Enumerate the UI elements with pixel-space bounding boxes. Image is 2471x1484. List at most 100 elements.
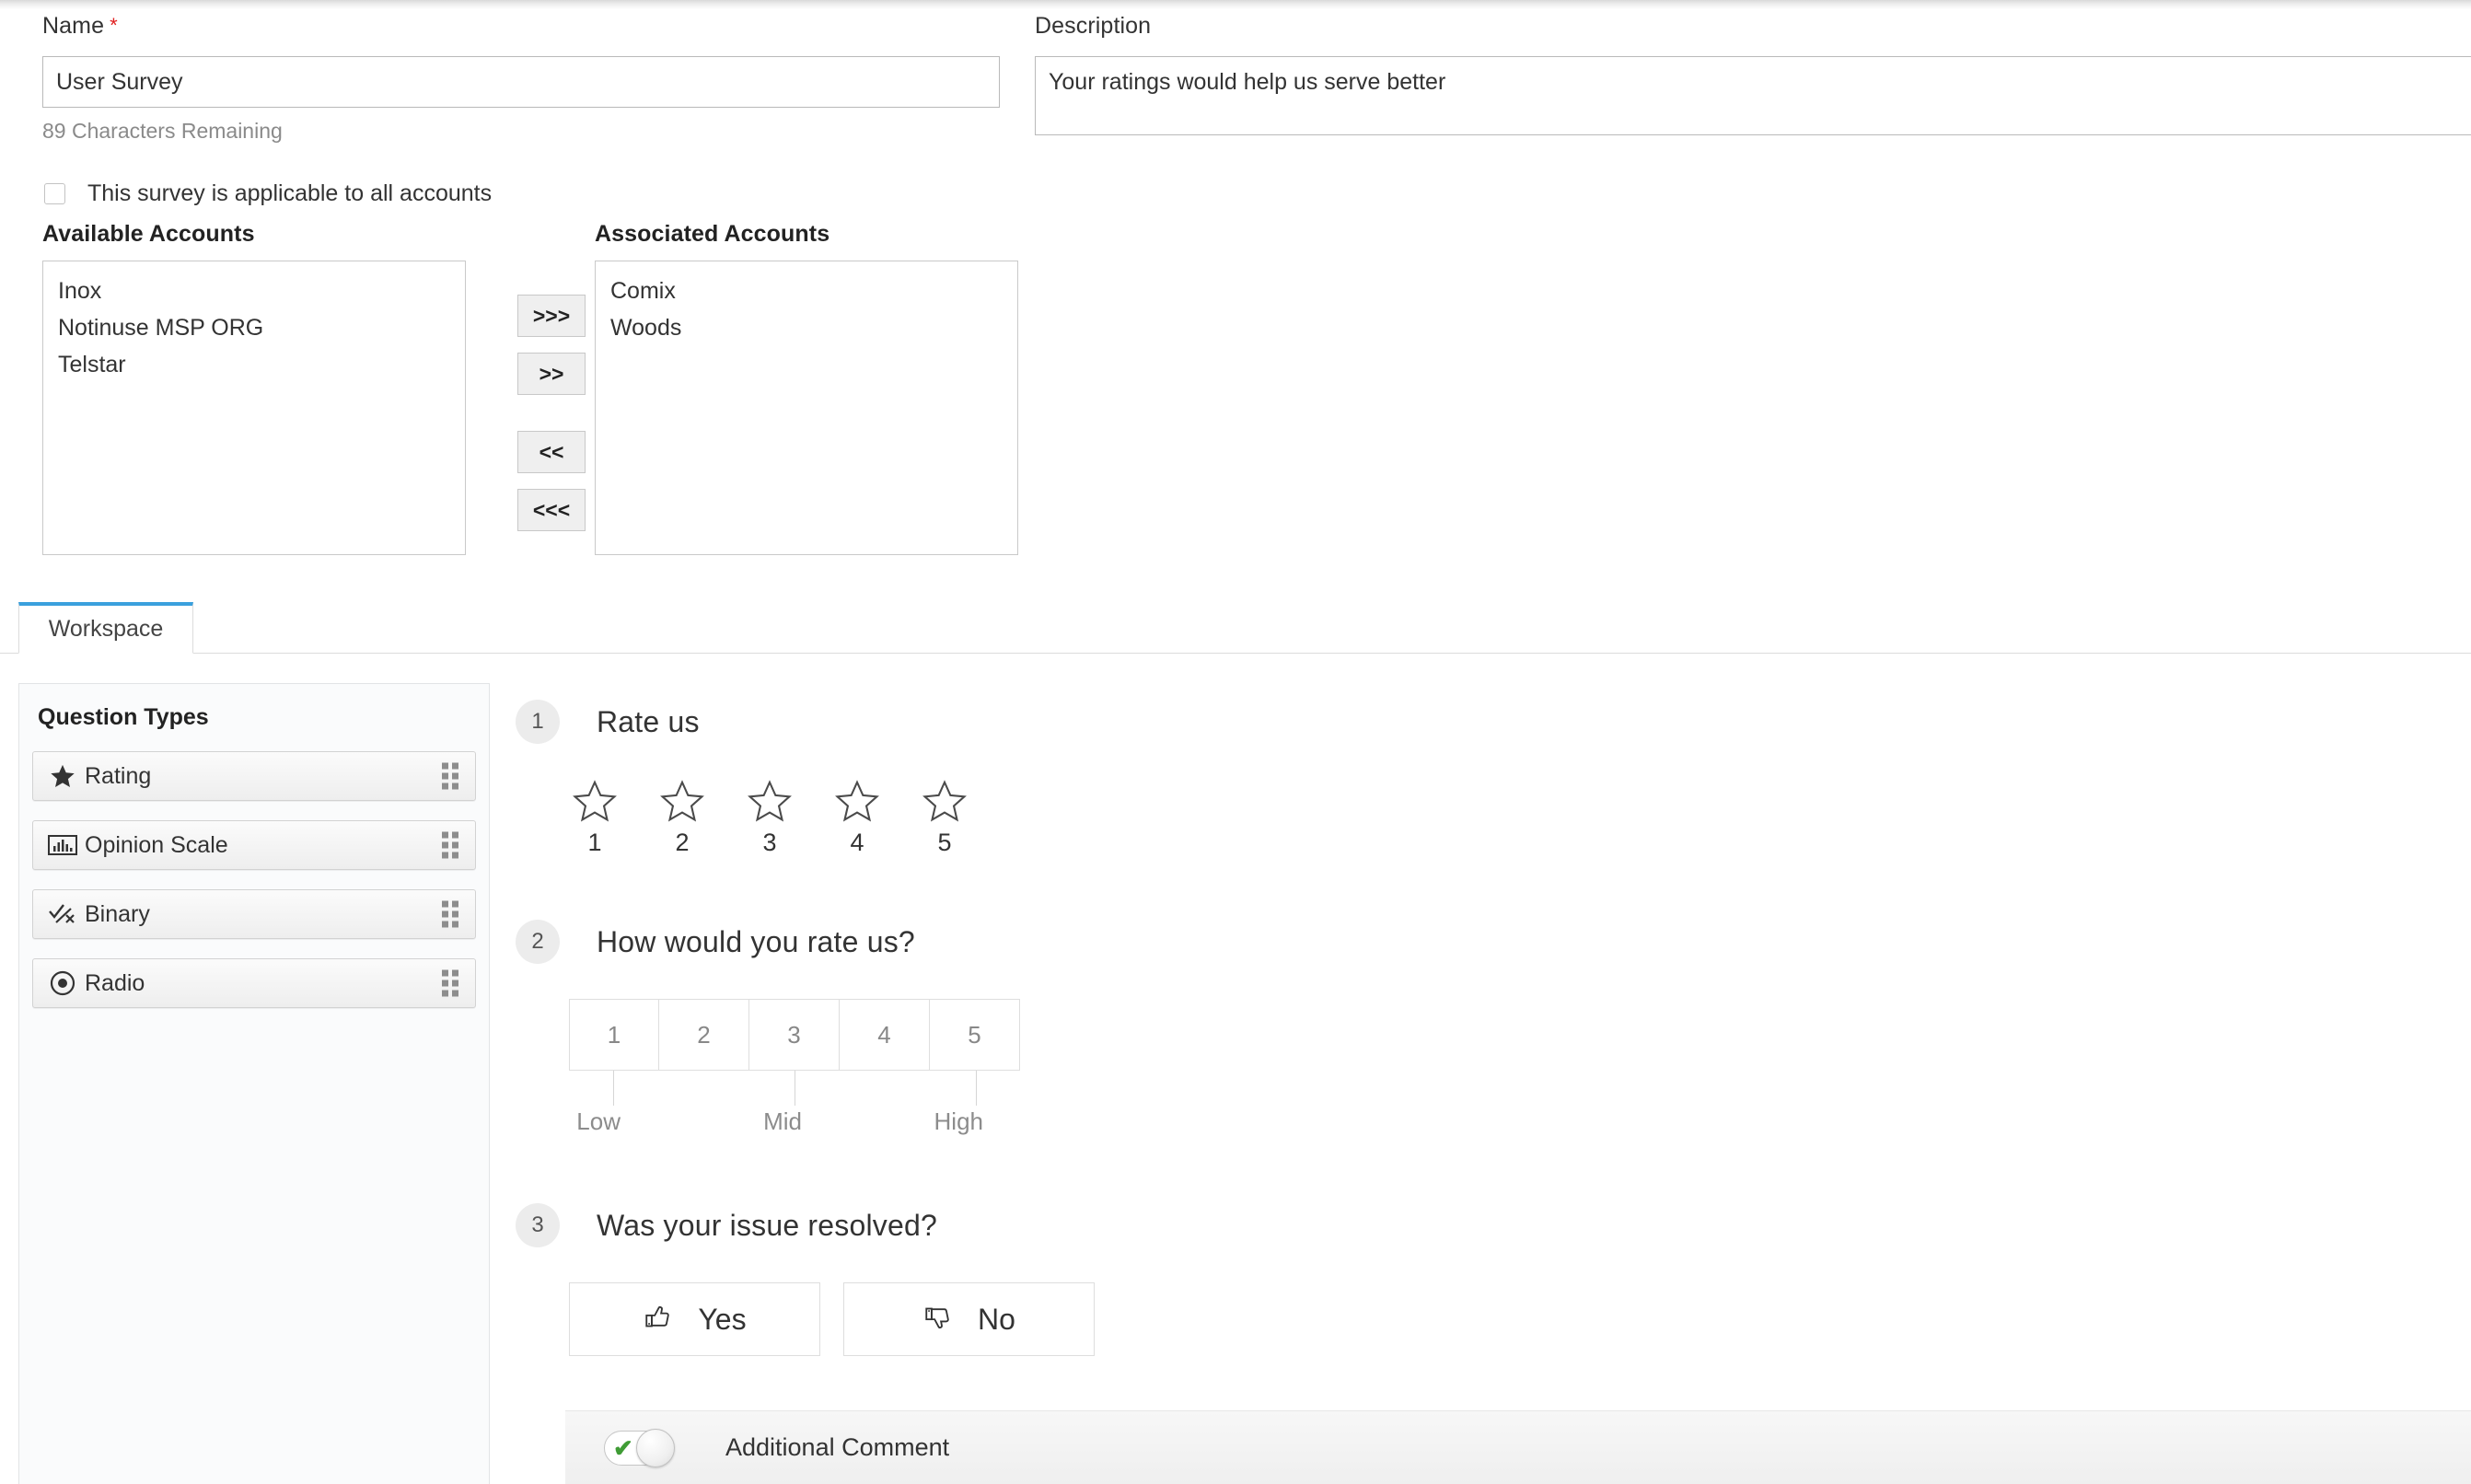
question-type-label: Rating	[85, 763, 151, 790]
question-number-badge: 1	[516, 700, 560, 744]
name-label: Name *	[42, 13, 1000, 39]
question-type-label: Opinion Scale	[85, 832, 228, 859]
question-2-header: 2 How would you rate us?	[516, 920, 2471, 964]
rating-star-3[interactable]: 3	[744, 779, 795, 857]
all-accounts-checkbox-label: This survey is applicable to all account…	[87, 180, 492, 207]
list-item[interactable]: Comix	[596, 272, 1017, 309]
opinion-scale-cell-3[interactable]: 3	[749, 999, 840, 1071]
question-3-binary: 3 Was your issue resolved? Yes	[516, 1203, 2471, 1356]
question-2-opinion-scale: 2 How would you rate us? 1 2 3 4 5 Low	[516, 920, 2471, 1139]
question-type-rating[interactable]: Rating	[32, 751, 476, 801]
check-icon: ✔	[613, 1436, 633, 1460]
tab-workspace-label: Workspace	[49, 616, 164, 643]
question-number-badge: 2	[516, 920, 560, 964]
thumbs-down-icon	[922, 1302, 954, 1338]
top-shadow	[0, 0, 2471, 9]
rating-star-label: 4	[831, 829, 883, 857]
binary-no-button[interactable]: No	[843, 1282, 1095, 1356]
opinion-scale-anchors: Low Mid High	[569, 1107, 2471, 1139]
star-icon	[42, 763, 83, 790]
binary-yes-label: Yes	[698, 1303, 746, 1337]
question-1-header: 1 Rate us	[516, 700, 2471, 744]
rating-star-2[interactable]: 2	[656, 779, 708, 857]
tab-bar: Workspace	[0, 602, 2471, 654]
question-types-list: Rating Opinion Scale	[32, 751, 476, 1008]
associated-accounts-title: Associated Accounts	[595, 221, 1018, 248]
available-accounts-column: Available Accounts Inox Notinuse MSP ORG…	[42, 221, 466, 555]
question-3-header: 3 Was your issue resolved?	[516, 1203, 2471, 1247]
move-all-left-button[interactable]: <<<	[517, 489, 586, 531]
rating-star-label: 3	[744, 829, 795, 857]
description-textarea[interactable]	[1035, 56, 2471, 135]
opinion-scale-cell-1[interactable]: 1	[569, 999, 659, 1071]
anchor-low: Low	[576, 1107, 621, 1136]
characters-remaining-hint: 89 Characters Remaining	[42, 119, 1000, 144]
move-left-button[interactable]: <<	[517, 431, 586, 473]
opinion-scale-ticks	[569, 1071, 2471, 1107]
name-label-text: Name	[42, 13, 104, 39]
binary-options: Yes No	[569, 1282, 2471, 1356]
question-1-rating: 1 Rate us 1 2 3 4	[516, 700, 2471, 857]
opinion-scale-cell-2[interactable]: 2	[659, 999, 749, 1071]
all-accounts-checkbox-row[interactable]: This survey is applicable to all account…	[44, 180, 492, 207]
question-number-badge: 3	[516, 1203, 560, 1247]
name-field-group: Name * 89 Characters Remaining	[42, 13, 1000, 144]
question-type-label: Radio	[85, 970, 145, 997]
drag-handle-icon[interactable]	[442, 901, 458, 928]
move-right-button[interactable]: >>	[517, 353, 586, 395]
available-accounts-title: Available Accounts	[42, 221, 466, 248]
question-types-title: Question Types	[38, 704, 489, 731]
anchor-mid: Mid	[763, 1107, 802, 1136]
rating-star-label: 2	[656, 829, 708, 857]
rating-star-1[interactable]: 1	[569, 779, 621, 857]
question-type-label: Binary	[85, 901, 150, 928]
binary-icon	[42, 902, 83, 926]
rating-stars: 1 2 3 4 5	[569, 779, 2471, 857]
opinion-scale-cells: 1 2 3 4 5	[569, 999, 2471, 1071]
description-field-group: Description	[1035, 13, 2471, 140]
survey-builder-page: Name * 89 Characters Remaining Descriptio…	[0, 0, 2471, 1484]
list-item[interactable]: Notinuse MSP ORG	[43, 309, 465, 346]
drag-handle-icon[interactable]	[442, 763, 458, 790]
list-item[interactable]: Woods	[596, 309, 1017, 346]
rating-star-label: 5	[919, 829, 970, 857]
required-asterisk-icon: *	[110, 14, 118, 37]
radio-icon	[42, 969, 83, 997]
additional-comment-toggle[interactable]: ✔	[604, 1431, 674, 1466]
name-input[interactable]	[42, 56, 1000, 108]
associated-accounts-column: Associated Accounts Comix Woods	[595, 221, 1018, 555]
opinion-scale-cell-5[interactable]: 5	[930, 999, 1020, 1071]
binary-no-label: No	[978, 1303, 1015, 1337]
rating-star-5[interactable]: 5	[919, 779, 970, 857]
question-type-binary[interactable]: Binary	[32, 889, 476, 939]
question-title: How would you rate us?	[597, 925, 915, 959]
rating-star-label: 1	[569, 829, 621, 857]
survey-canvas: 1 Rate us 1 2 3 4	[516, 683, 2471, 1356]
drag-handle-icon[interactable]	[442, 970, 458, 997]
rating-star-4[interactable]: 4	[831, 779, 883, 857]
binary-yes-button[interactable]: Yes	[569, 1282, 820, 1356]
opinion-scale-cell-4[interactable]: 4	[840, 999, 930, 1071]
toggle-knob[interactable]	[636, 1429, 675, 1467]
tab-workspace[interactable]: Workspace	[18, 602, 193, 654]
question-title: Was your issue resolved?	[597, 1209, 937, 1243]
available-accounts-listbox[interactable]: Inox Notinuse MSP ORG Telstar	[42, 261, 466, 555]
question-title: Rate us	[597, 705, 700, 739]
list-item[interactable]: Inox	[43, 272, 465, 309]
drag-handle-icon[interactable]	[442, 832, 458, 859]
list-item[interactable]: Telstar	[43, 346, 465, 383]
anchor-high: High	[934, 1107, 983, 1136]
question-type-radio[interactable]: Radio	[32, 958, 476, 1008]
all-accounts-checkbox[interactable]	[44, 183, 65, 204]
opinion-scale-icon	[42, 834, 83, 856]
thumbs-up-icon	[643, 1302, 674, 1338]
description-label: Description	[1035, 13, 2471, 39]
additional-comment-label: Additional Comment	[725, 1433, 949, 1462]
question-types-panel: Question Types Rating	[18, 683, 490, 1484]
additional-comment-bar: ✔ Additional Comment	[565, 1410, 2471, 1484]
opinion-scale-widget: 1 2 3 4 5 Low Mid High	[569, 999, 2471, 1139]
dual-list-transfer-buttons: >>> >> << <<<	[517, 295, 586, 531]
question-type-opinion-scale[interactable]: Opinion Scale	[32, 820, 476, 870]
move-all-right-button[interactable]: >>>	[517, 295, 586, 337]
associated-accounts-listbox[interactable]: Comix Woods	[595, 261, 1018, 555]
